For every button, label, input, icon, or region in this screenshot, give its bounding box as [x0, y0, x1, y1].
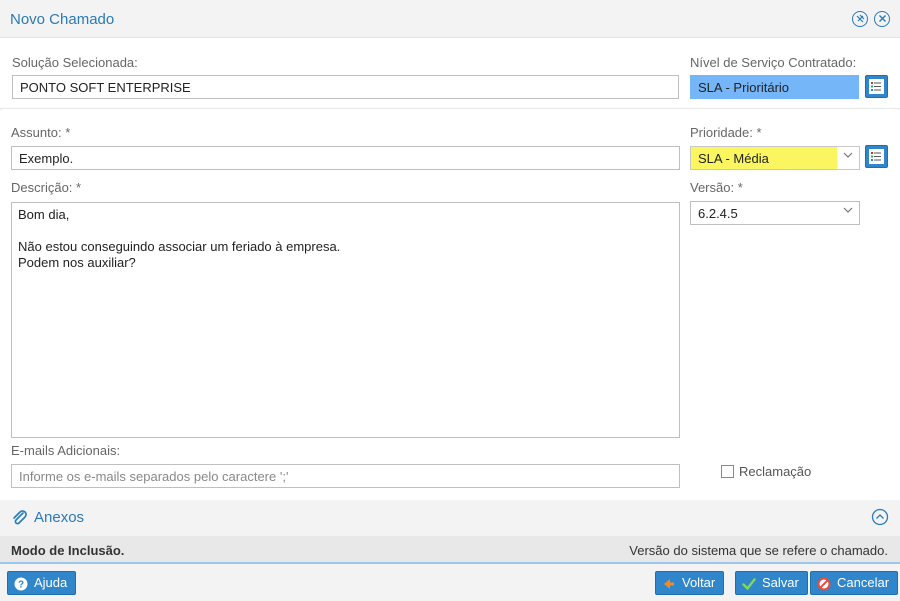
- checkmark-icon: [742, 576, 756, 591]
- descricao-line: Podem nos auxiliar?: [18, 255, 136, 270]
- ajuda-button[interactable]: ? Ajuda: [7, 571, 77, 595]
- anexos-panel-header[interactable]: Anexos: [0, 500, 900, 536]
- descricao-line: [18, 223, 673, 239]
- back-arrow-icon: [662, 576, 676, 590]
- window-titlebar: Novo Chamado: [0, 0, 900, 38]
- descricao-label: Descrição: *: [11, 180, 82, 195]
- window-title: Novo Chamado: [10, 11, 115, 28]
- cancel-icon: [817, 576, 831, 591]
- ajuda-label: Ajuda: [34, 575, 68, 590]
- solucao-field: PONTO SOFT ENTERPRISE: [12, 75, 679, 99]
- assunto-value: Exemplo.: [19, 151, 74, 166]
- chevron-down-icon: [843, 151, 853, 159]
- anexos-title: Anexos: [34, 509, 85, 526]
- cancelar-button[interactable]: Cancelar: [810, 571, 899, 595]
- descricao-line: Não estou conseguindo associar um feriad…: [18, 239, 341, 254]
- prioridade-value: SLA - Média: [698, 151, 769, 166]
- versao-select[interactable]: 6.2.4.5: [690, 201, 860, 225]
- descricao-textarea[interactable]: Bom dia, Não estou conseguindo associar …: [11, 202, 680, 438]
- footer-toolbar: ? Ajuda Voltar Salvar Cancelar: [0, 564, 900, 601]
- voltar-label: Voltar: [682, 575, 716, 590]
- versao-value: 6.2.4.5: [698, 206, 738, 221]
- nivel-servico-value: SLA - Prioritário: [698, 80, 790, 95]
- svg-text:?: ?: [18, 580, 24, 591]
- versao-label: Versão: *: [690, 180, 743, 195]
- status-mode: Modo de Inclusão.: [11, 543, 125, 558]
- chevron-down-icon: [843, 206, 853, 214]
- chevron-up-icon[interactable]: [871, 508, 889, 529]
- descricao-line: Bom dia,: [18, 207, 70, 222]
- prioridade-label: Prioridade: *: [690, 125, 762, 140]
- emails-label: E-mails Adicionais:: [11, 443, 121, 458]
- emails-placeholder: Informe os e-mails separados pelo caract…: [19, 469, 289, 484]
- solucao-value: PONTO SOFT ENTERPRISE: [20, 80, 191, 95]
- assunto-label: Assunto: *: [11, 125, 71, 140]
- status-hint: Versão do sistema que se refere o chamad…: [629, 543, 888, 558]
- paperclip-icon: [11, 509, 29, 530]
- voltar-button[interactable]: Voltar: [655, 571, 725, 595]
- salvar-button[interactable]: Salvar: [735, 571, 808, 595]
- nivel-servico-field: SLA - Prioritário: [690, 75, 859, 99]
- salvar-label: Salvar: [762, 575, 799, 590]
- close-icon[interactable]: [874, 11, 890, 27]
- help-icon: ?: [14, 576, 28, 591]
- assunto-input[interactable]: Exemplo.: [11, 146, 680, 170]
- list-icon: [869, 149, 884, 164]
- nivel-servico-label: Nível de Serviço Contratado:: [690, 55, 857, 70]
- reclamacao-checkbox[interactable]: [721, 465, 734, 478]
- list-icon: [869, 79, 884, 94]
- reclamacao-label[interactable]: Reclamação: [739, 464, 811, 479]
- nivel-servico-list-button[interactable]: [865, 75, 888, 98]
- emails-input[interactable]: Informe os e-mails separados pelo caract…: [11, 464, 680, 488]
- solucao-label: Solução Selecionada:: [12, 55, 138, 70]
- cancelar-label: Cancelar: [837, 575, 890, 590]
- prioridade-list-button[interactable]: [865, 145, 888, 168]
- status-bar: Modo de Inclusão. Versão do sistema que …: [0, 536, 900, 564]
- pin-icon[interactable]: [852, 11, 868, 27]
- prioridade-select[interactable]: SLA - Média: [690, 146, 860, 170]
